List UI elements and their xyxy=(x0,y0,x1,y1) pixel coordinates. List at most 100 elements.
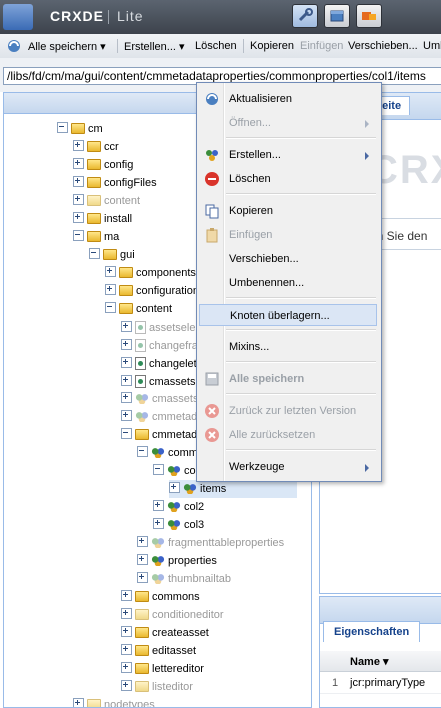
menu-item-open[interactable]: Öffnen... xyxy=(199,112,377,134)
menu-item-mixins[interactable]: Mixins... xyxy=(199,336,377,358)
menu-item-overlay-node[interactable]: Knoten überlagern... xyxy=(199,304,377,326)
tree-node-conditioneditor[interactable]: conditioneditor xyxy=(121,606,224,624)
tree-node-items[interactable]: items xyxy=(169,480,297,498)
tree-node-config[interactable]: config xyxy=(73,156,133,174)
create-button[interactable]: Erstellen... ▾ xyxy=(124,40,185,53)
expand-icon[interactable] xyxy=(121,590,132,601)
tree-node-listeditor[interactable]: listeditor xyxy=(121,678,193,696)
expand-icon[interactable] xyxy=(73,176,84,187)
package-button[interactable] xyxy=(324,4,350,28)
expand-icon[interactable] xyxy=(121,662,132,673)
collapse-icon[interactable] xyxy=(73,230,84,241)
tree-node-ccr[interactable]: ccr xyxy=(73,138,119,156)
tree-node-cmmetadataproperties[interactable]: cmmetada xyxy=(121,426,203,444)
copy-button[interactable]: Kopieren xyxy=(250,40,294,52)
expand-icon[interactable] xyxy=(121,375,132,386)
menu-item-delete[interactable]: Löschen xyxy=(199,168,377,190)
tree-node-changefragment[interactable]: changefra xyxy=(121,336,198,354)
tree-node-gui[interactable]: gui xyxy=(89,246,135,264)
collapse-icon[interactable] xyxy=(57,122,68,133)
save-all-button[interactable]: Alle speichern ▾ xyxy=(28,40,106,53)
menu-item-revert-all[interactable]: Alle zurücksetzen xyxy=(199,424,377,446)
expand-icon[interactable] xyxy=(73,698,84,707)
tree-node-commons[interactable]: commons xyxy=(121,588,200,606)
delete-button[interactable]: Löschen xyxy=(195,40,237,52)
tree-node-col3[interactable]: col3 xyxy=(153,516,204,534)
menu-item-move[interactable]: Verschieben... xyxy=(199,248,377,270)
tree-node-components[interactable]: components xyxy=(105,264,196,282)
expand-icon[interactable] xyxy=(73,194,84,205)
expand-icon[interactable] xyxy=(105,266,116,277)
expand-icon[interactable] xyxy=(121,392,132,403)
rename-button[interactable]: Umb xyxy=(423,40,441,52)
expand-icon[interactable] xyxy=(121,357,132,368)
tree-node-lettereditor[interactable]: lettereditor xyxy=(121,660,204,678)
expand-icon[interactable] xyxy=(153,518,164,529)
expand-icon[interactable] xyxy=(121,410,132,421)
expand-icon[interactable] xyxy=(121,608,132,619)
collapse-icon[interactable] xyxy=(153,464,164,475)
menu-separator xyxy=(226,449,376,451)
package-icon xyxy=(330,10,344,22)
tree-node-content[interactable]: content xyxy=(73,192,140,210)
table-row[interactable]: 1 jcr:primaryType xyxy=(320,673,441,694)
collapse-icon[interactable] xyxy=(121,428,132,439)
expand-icon[interactable] xyxy=(121,644,132,655)
expand-icon[interactable] xyxy=(169,482,180,493)
expand-icon[interactable] xyxy=(153,500,164,511)
tree-node-install[interactable]: install xyxy=(73,210,132,228)
collapse-icon[interactable] xyxy=(105,302,116,313)
tree-node-cmassets[interactable]: cmassets xyxy=(121,372,195,390)
tree-node-createasset[interactable]: createasset xyxy=(121,624,209,642)
tree-node-configuration[interactable]: configuration xyxy=(105,282,199,300)
column-header-name[interactable]: Name ▾ xyxy=(350,655,389,668)
tree-node-properties[interactable]: properties xyxy=(137,552,217,570)
tree-node-fragmenttableproperties[interactable]: fragmenttableproperties xyxy=(137,534,284,552)
tools-button[interactable] xyxy=(292,4,318,28)
tree-node-editasset[interactable]: editasset xyxy=(121,642,196,660)
page-icon xyxy=(135,375,146,388)
tree-node-cmmetadata[interactable]: cmmetada xyxy=(121,408,203,426)
expand-icon[interactable] xyxy=(73,140,84,151)
collapse-icon[interactable] xyxy=(89,248,100,259)
expand-icon[interactable] xyxy=(137,554,148,565)
move-button[interactable]: Verschieben... xyxy=(348,40,418,52)
expand-icon[interactable] xyxy=(121,321,132,332)
expand-icon[interactable] xyxy=(137,572,148,583)
expand-icon[interactable] xyxy=(137,536,148,547)
tree-node-thumbnailtab[interactable]: thumbnailtab xyxy=(137,570,231,588)
tree-node-cm[interactable]: cm xyxy=(57,120,103,138)
menu-item-save-all[interactable]: Alle speichern xyxy=(199,368,377,390)
tree-node-assetselector[interactable]: assetsele xyxy=(121,318,195,336)
menu-item-paste[interactable]: Einfügen xyxy=(199,224,377,246)
tree-node-configfiles[interactable]: configFiles xyxy=(73,174,157,192)
tree-node-col1[interactable]: col xyxy=(153,462,198,480)
tree-node-cmassets-2[interactable]: cmassets xyxy=(121,390,198,408)
crx-logo-icon xyxy=(3,4,33,30)
menu-item-copy[interactable]: Kopieren xyxy=(199,200,377,222)
expand-icon[interactable] xyxy=(73,158,84,169)
tree-node-nodetypes[interactable]: nodetypes xyxy=(73,696,155,707)
menu-item-rename[interactable]: Umbenennen... xyxy=(199,272,377,294)
expand-icon[interactable] xyxy=(121,680,132,691)
expand-icon[interactable] xyxy=(105,284,116,295)
tree-node-commonproperties[interactable]: commo xyxy=(137,444,204,462)
tree-node-col2[interactable]: col2 xyxy=(153,498,204,516)
menu-separator xyxy=(226,297,376,299)
menu-item-create[interactable]: Erstellen... xyxy=(199,144,377,166)
menu-item-refresh[interactable]: Aktualisieren xyxy=(199,88,377,110)
expand-icon[interactable] xyxy=(121,626,132,637)
tab-eigenschaften[interactable]: Eigenschaften xyxy=(323,621,421,642)
tree-node-ma[interactable]: ma xyxy=(73,228,119,246)
menu-item-revert[interactable]: Zurück zur letzten Version xyxy=(199,400,377,422)
tree-node-changeletter[interactable]: changelet xyxy=(121,354,197,372)
paste-button[interactable]: Einfügen xyxy=(300,40,343,52)
expand-icon[interactable] xyxy=(73,212,84,223)
console-button[interactable] xyxy=(356,4,382,28)
menu-item-tools[interactable]: Werkzeuge xyxy=(199,456,377,478)
submenu-arrow-icon xyxy=(365,120,369,128)
tree-node-content-gui[interactable]: content xyxy=(105,300,172,318)
folder-icon xyxy=(87,141,101,152)
collapse-icon[interactable] xyxy=(137,446,148,457)
expand-icon[interactable] xyxy=(121,339,132,350)
